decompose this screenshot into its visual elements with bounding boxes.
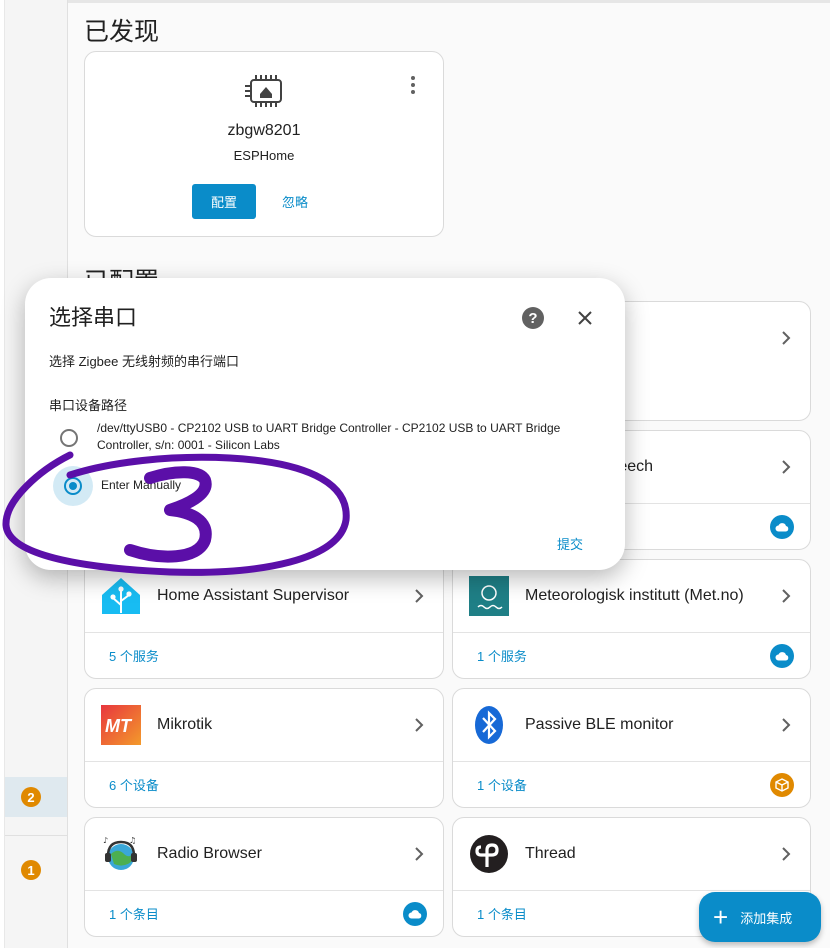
integration-header[interactable]: Home Assistant Supervisor bbox=[85, 560, 443, 632]
integration-header[interactable]: Thread bbox=[453, 818, 810, 890]
integration-link[interactable]: 1 个条目 bbox=[109, 904, 403, 923]
ignore-button[interactable]: 忽略 bbox=[281, 184, 309, 219]
integration-header[interactable]: ♫ ♪ Radio Browser bbox=[85, 818, 443, 890]
radio-circle bbox=[64, 477, 82, 495]
field-label: 串口设备路径 bbox=[49, 398, 128, 413]
radio-button[interactable] bbox=[49, 418, 89, 458]
chevron-right-icon bbox=[407, 713, 431, 737]
configure-button[interactable]: 配置 bbox=[192, 184, 256, 219]
integration-link[interactable]: 6 个设备 bbox=[109, 775, 443, 794]
chevron-right-icon bbox=[407, 842, 431, 866]
radio-label: Enter Manually bbox=[101, 478, 182, 492]
thread-logo bbox=[467, 832, 511, 876]
integration-link[interactable]: 5 个服务 bbox=[109, 646, 443, 665]
chevron-right-icon bbox=[774, 842, 798, 866]
integration-name: Thread bbox=[525, 845, 576, 862]
radio-circle bbox=[60, 429, 78, 447]
device-integration: ESPHome bbox=[233, 148, 295, 163]
integration-header[interactable]: MT Mikrotik bbox=[85, 689, 443, 761]
integration-card[interactable]: ♫ ♪ Radio Browser 1 个条目 bbox=[84, 817, 444, 937]
integration-footer: 5 个服务 bbox=[85, 632, 443, 678]
home-assistant-logo bbox=[99, 574, 143, 618]
sidebar-divider bbox=[5, 835, 67, 836]
mikrotik-logo: MT bbox=[99, 703, 143, 747]
chevron-right-icon bbox=[774, 584, 798, 608]
integration-footer: 1 个服务 bbox=[453, 632, 810, 678]
radio-dot bbox=[69, 482, 77, 490]
cloud-icon bbox=[770, 514, 794, 539]
radio-label: /dev/ttyUSB0 - CP2102 USB to UART Bridge… bbox=[97, 421, 561, 452]
chevron-right-icon bbox=[774, 713, 798, 737]
integration-header[interactable]: Passive BLE monitor bbox=[453, 689, 810, 761]
integration-name: Mikrotik bbox=[157, 716, 213, 733]
integration-card[interactable]: Passive BLE monitor 1 个设备 bbox=[452, 688, 811, 808]
discovered-title: 已发现 bbox=[84, 18, 160, 46]
integration-name: Meteorologisk institutt (Met.no) bbox=[525, 587, 744, 604]
sidebar-item-notifications[interactable]: 2 bbox=[5, 777, 67, 817]
zigbee-chip-home-icon bbox=[243, 74, 287, 113]
integration-link[interactable]: 1 个服务 bbox=[477, 646, 770, 665]
radio-browser-logo: ♫ ♪ bbox=[99, 832, 143, 876]
device-name: zbgw8201 bbox=[227, 122, 301, 139]
discovered-card: zbgw8201 ESPHome 配置 忽略 bbox=[84, 51, 444, 237]
integration-card[interactable]: Home Assistant Supervisor 5 个服务 bbox=[84, 559, 444, 679]
notification-badge: 2 bbox=[21, 787, 41, 807]
cloud-icon bbox=[770, 643, 794, 668]
select-serial-port-dialog: 选择串口 ? 选择 Zigbee 无线射频的串行端口 串口设备路径 /dev/t… bbox=[25, 278, 625, 570]
integration-card[interactable]: Meteorologisk institutt (Met.no) 1 个服务 bbox=[452, 559, 811, 679]
integration-header[interactable]: Meteorologisk institutt (Met.no) bbox=[453, 560, 810, 632]
radio-button[interactable] bbox=[53, 466, 93, 506]
integration-name: Radio Browser bbox=[157, 845, 262, 862]
cloud-icon bbox=[403, 901, 427, 926]
package-icon bbox=[770, 772, 794, 797]
integration-link[interactable]: 1 个设备 bbox=[477, 775, 770, 794]
chevron-right-icon bbox=[774, 326, 798, 350]
svg-text:MT: MT bbox=[105, 716, 133, 736]
sidebar-item-settings[interactable]: 1 bbox=[5, 850, 67, 890]
settings-badge: 1 bbox=[21, 860, 41, 880]
dialog-description: 选择 Zigbee 无线射频的串行端口 bbox=[49, 354, 239, 369]
integration-footer: 1 个设备 bbox=[453, 761, 810, 807]
radio-option-manual[interactable]: Enter Manually bbox=[49, 466, 589, 506]
svg-text:♪: ♪ bbox=[103, 836, 108, 845]
add-integration-label: 添加集成 bbox=[740, 910, 793, 926]
integration-footer: 6 个设备 bbox=[85, 761, 443, 807]
bluetooth-logo bbox=[467, 703, 511, 747]
overflow-menu-icon[interactable] bbox=[411, 76, 415, 97]
met-no-logo bbox=[467, 574, 511, 618]
chevron-right-icon bbox=[407, 584, 431, 608]
top-divider bbox=[68, 0, 830, 3]
help-circle-icon[interactable]: ? bbox=[522, 307, 544, 329]
integration-footer: 1 个条目 bbox=[85, 890, 443, 936]
close-icon[interactable] bbox=[572, 305, 598, 331]
integration-name: Passive BLE monitor bbox=[525, 716, 674, 733]
plus-icon: + bbox=[713, 902, 729, 932]
add-integration-button[interactable]: + 添加集成 bbox=[699, 892, 821, 942]
chevron-right-icon bbox=[774, 455, 798, 479]
svg-text:♫: ♫ bbox=[129, 836, 136, 845]
integration-name: Home Assistant Supervisor bbox=[157, 587, 350, 604]
submit-button[interactable]: 提交 bbox=[557, 534, 583, 553]
radio-option-usb0[interactable]: /dev/ttyUSB0 - CP2102 USB to UART Bridge… bbox=[49, 420, 589, 458]
integration-card[interactable]: MT Mikrotik 6 个设备 bbox=[84, 688, 444, 808]
dialog-title: 选择串口 bbox=[49, 305, 138, 330]
